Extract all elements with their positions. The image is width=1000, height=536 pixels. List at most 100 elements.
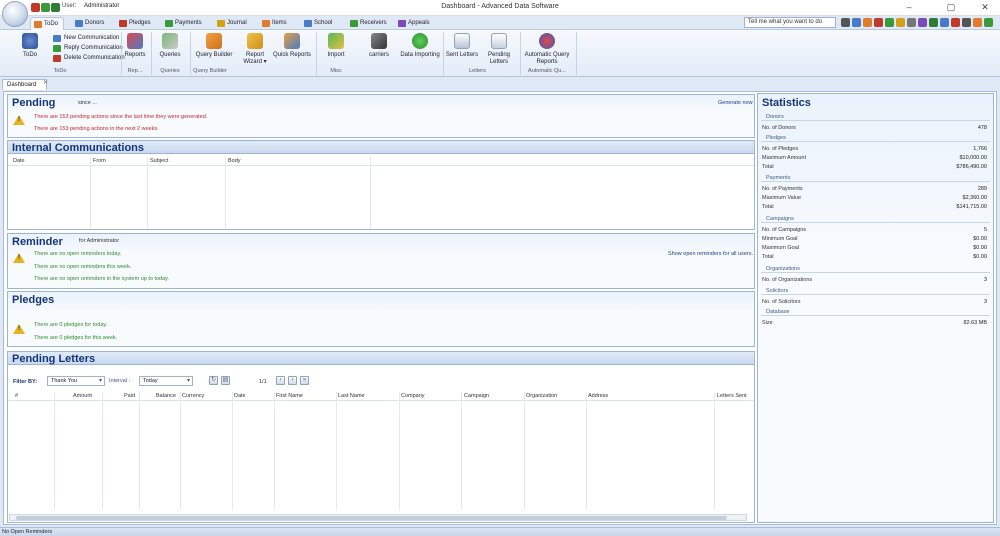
- data-importing-button[interactable]: Data Importing: [399, 33, 441, 59]
- sent-letters-button[interactable]: Sent Letters: [445, 33, 479, 59]
- stat-row: Maximum Goal $0.00: [762, 245, 987, 252]
- automatic-query-reports-button[interactable]: Automatic Query Reports: [522, 33, 572, 66]
- reports-button[interactable]: Reports: [122, 33, 148, 59]
- refresh-button[interactable]: ↻: [209, 376, 218, 385]
- maximize-button[interactable]: ▢: [940, 1, 962, 13]
- reply-communication-button[interactable]: Reply Communication: [53, 44, 123, 53]
- app-menu-orb[interactable]: [2, 1, 28, 27]
- tab-receivers[interactable]: Receivers: [347, 17, 393, 30]
- column-company[interactable]: Company: [401, 393, 425, 399]
- pending-letters-button[interactable]: Pending Letters: [484, 33, 514, 66]
- quick-reports-button[interactable]: Quick Reports: [272, 33, 312, 59]
- previous-page-button[interactable]: ‹: [276, 376, 285, 385]
- pledges-message-1: There are 0 pledges for today.: [34, 322, 108, 328]
- money-icon[interactable]: [885, 18, 894, 27]
- close-tab-icon[interactable]: ✕: [43, 79, 48, 86]
- column-from[interactable]: From: [93, 158, 106, 164]
- reminder-message-2: There are no open reminders this week.: [34, 264, 132, 270]
- tell-me-search-input[interactable]: Tell me what you want to do: [744, 17, 836, 28]
- pledges-title: Pledges: [12, 294, 55, 306]
- page-indicator: 1/1: [259, 379, 267, 385]
- query-builder-button[interactable]: Query Builder: [194, 33, 234, 59]
- stat-label: No. of Organizations: [762, 277, 813, 283]
- tab-payments[interactable]: Payments: [162, 17, 208, 30]
- chart-icon[interactable]: [918, 18, 927, 27]
- column-currency[interactable]: Currency: [182, 393, 204, 399]
- help-icon[interactable]: [940, 18, 949, 27]
- stat-label: Maximum Value: [762, 195, 802, 201]
- generate-now-link[interactable]: Generate now: [718, 100, 753, 106]
- group-label-query-builder: Query Builder: [193, 68, 227, 74]
- minimize-button[interactable]: –: [898, 1, 920, 13]
- queries-icon: [162, 33, 178, 49]
- tab-pledges[interactable]: Pledges: [116, 17, 158, 30]
- stat-row: Total $141,715.00: [762, 204, 987, 211]
- column-address[interactable]: Address: [588, 393, 608, 399]
- column-organization[interactable]: Organization: [526, 393, 557, 399]
- show-all-reminders-link[interactable]: Show open reminders for all users.: [668, 251, 753, 257]
- column-date[interactable]: Date: [13, 158, 25, 164]
- sent-letters-label: Sent Letters: [445, 52, 479, 58]
- column-letters-sent[interactable]: Letters Sent: [717, 393, 747, 399]
- settings-icon[interactable]: [962, 18, 971, 27]
- queries-button[interactable]: Queries: [155, 33, 185, 59]
- column-number[interactable]: #: [15, 393, 18, 399]
- stat-row: Total $786,490.00: [762, 164, 987, 171]
- import-button[interactable]: Import: [322, 33, 350, 59]
- close-button[interactable]: ✕: [974, 1, 996, 13]
- print-icon[interactable]: [907, 18, 916, 27]
- new-communication-button[interactable]: New Communication: [53, 34, 119, 43]
- column-subject[interactable]: Subject: [150, 158, 168, 164]
- stat-row: Maximum Amount $10,000.00: [762, 155, 987, 162]
- column-date[interactable]: Date: [234, 393, 246, 399]
- stat-value: 478: [977, 125, 987, 131]
- people-icon[interactable]: [863, 18, 872, 27]
- column-last-name[interactable]: Last Name: [338, 393, 365, 399]
- internal-communications-header: Internal Communications: [8, 141, 754, 154]
- carriers-button[interactable]: carriers: [364, 33, 394, 59]
- tab-journal[interactable]: Journal: [214, 17, 254, 30]
- column-amount[interactable]: Amount: [73, 393, 92, 399]
- column-campaign[interactable]: Campaign: [464, 393, 489, 399]
- column-first-name[interactable]: First Name: [276, 393, 303, 399]
- todo-button[interactable]: ToDo: [16, 33, 44, 59]
- stat-row: Total $0.00: [762, 254, 987, 261]
- delete-communication-label: Delete Communication: [64, 55, 125, 61]
- report-wizard-button[interactable]: Report Wizard ▾: [238, 33, 272, 66]
- organizations-header: Organizations: [766, 266, 800, 272]
- delete-communication-button[interactable]: Delete Communication: [53, 54, 125, 63]
- note-icon[interactable]: [896, 18, 905, 27]
- users-icon[interactable]: [852, 18, 861, 27]
- scrollbar-thumb[interactable]: [16, 516, 727, 520]
- tab-donors[interactable]: Donors: [72, 17, 112, 30]
- tab-items[interactable]: Items: [259, 17, 293, 30]
- alert-icon[interactable]: [951, 18, 960, 27]
- user-icon[interactable]: [841, 18, 850, 27]
- todo-icon: [22, 33, 38, 49]
- stat-value: $0.00: [973, 245, 987, 251]
- column-divider: [139, 392, 140, 510]
- column-body[interactable]: Body: [228, 158, 241, 164]
- refresh-icon[interactable]: [929, 18, 938, 27]
- info-icon[interactable]: [984, 18, 993, 27]
- tag-icon[interactable]: [874, 18, 883, 27]
- stat-value: $2,360.00: [962, 195, 987, 201]
- print-button[interactable]: ▤: [221, 376, 230, 385]
- stat-value: 3: [983, 277, 987, 283]
- tab-label: Items: [272, 20, 287, 26]
- column-paid[interactable]: Paid: [124, 393, 135, 399]
- interval-select[interactable]: Today: [139, 376, 193, 386]
- tab-label: Payments: [175, 20, 202, 26]
- pending-letters-header: Pending Letters: [8, 352, 754, 365]
- tab-todo[interactable]: ToDo: [30, 17, 64, 30]
- tab-appeals[interactable]: Appeals: [395, 17, 437, 30]
- last-page-button[interactable]: »: [300, 376, 309, 385]
- filter-by-select[interactable]: Thank You: [47, 376, 105, 386]
- next-page-button[interactable]: ›: [288, 376, 297, 385]
- tab-school[interactable]: School: [301, 17, 339, 30]
- column-balance[interactable]: Balance: [156, 393, 176, 399]
- filter-by-label: Filter BY:: [13, 379, 38, 385]
- tab-dashboard[interactable]: Dashboard: [2, 79, 48, 90]
- star-icon[interactable]: [973, 18, 982, 27]
- pending-letters-horizontal-scrollbar[interactable]: [9, 514, 747, 521]
